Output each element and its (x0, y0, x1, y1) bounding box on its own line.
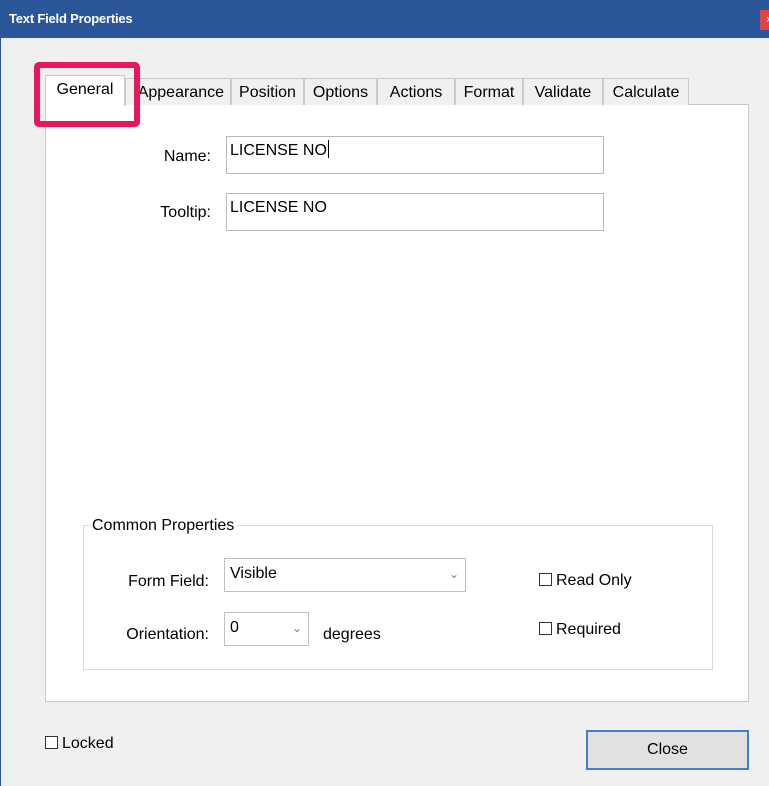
tab-appearance[interactable]: Appearance (125, 78, 231, 105)
tab-options[interactable]: Options (304, 78, 377, 105)
tab-format[interactable]: Format (455, 78, 523, 105)
name-value: LICENSE NO (230, 142, 327, 159)
tooltip-field[interactable]: LICENSE NO (226, 193, 604, 231)
general-tab-highlight (34, 62, 140, 127)
chevron-down-icon: ⌄ (448, 567, 459, 581)
read-only-label: Read Only (556, 572, 632, 589)
common-properties-group (83, 525, 713, 670)
read-only-checkbox[interactable]: Read Only (539, 572, 632, 590)
form-field-label: Form Field: (128, 573, 209, 590)
checkbox-icon (45, 736, 58, 749)
name-label: Name: (163, 148, 211, 165)
tab-validate[interactable]: Validate (523, 78, 603, 105)
text-cursor (327, 140, 329, 158)
checkbox-icon (539, 622, 552, 635)
orientation-dropdown[interactable]: 0 ⌄ (224, 612, 309, 646)
checkbox-icon (539, 573, 552, 586)
degrees-label: degrees (323, 626, 381, 643)
tab-actions[interactable]: Actions (377, 78, 455, 105)
locked-checkbox[interactable]: Locked (45, 735, 114, 753)
window-title: Text Field Properties (9, 11, 133, 26)
common-properties-title: Common Properties (89, 517, 238, 535)
form-field-value: Visible (230, 565, 277, 582)
required-checkbox[interactable]: Required (539, 621, 621, 639)
close-button[interactable]: Close (586, 730, 749, 770)
tab-position[interactable]: Position (231, 78, 304, 105)
locked-label: Locked (62, 735, 114, 752)
name-field[interactable]: LICENSE NO (226, 136, 604, 174)
chevron-down-icon: ⌄ (291, 621, 302, 635)
tooltip-value: LICENSE NO (230, 199, 327, 216)
close-window-button[interactable]: × (760, 10, 769, 30)
required-label: Required (556, 621, 621, 638)
dialog-window: Text Field Properties × General Appearan… (0, 0, 769, 786)
tooltip-label: Tooltip: (160, 204, 211, 221)
title-bar[interactable]: Text Field Properties × (1, 0, 769, 38)
orientation-value: 0 (230, 619, 239, 636)
form-field-dropdown[interactable]: Visible ⌄ (224, 558, 466, 592)
tab-calculate[interactable]: Calculate (603, 78, 689, 105)
orientation-label: Orientation: (126, 626, 209, 643)
